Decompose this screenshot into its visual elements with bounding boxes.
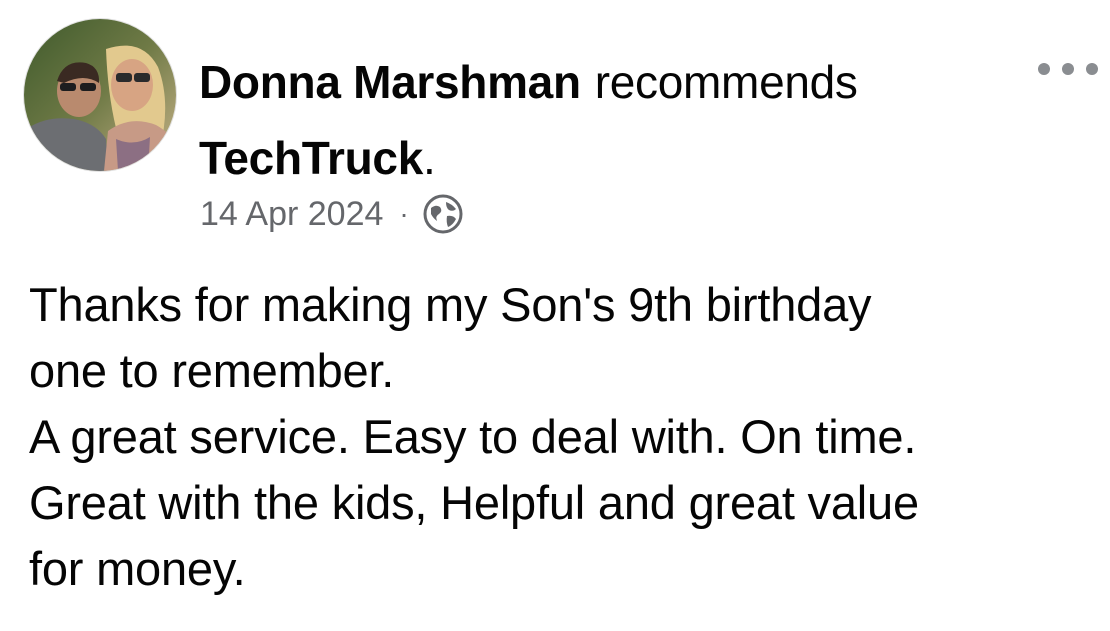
meta-separator: · bbox=[399, 198, 409, 229]
post-body-line: A great service. Easy to deal with. On t… bbox=[29, 410, 917, 463]
post-body: Thanks for making my Son's 9th birthday … bbox=[29, 272, 1104, 602]
avatar-photo bbox=[24, 19, 176, 171]
post-timestamp[interactable]: 14 Apr 2024 bbox=[200, 195, 383, 234]
post-body-line: Great with the kids, Helpful and great v… bbox=[29, 476, 919, 529]
page-name-suffix: . bbox=[422, 132, 436, 184]
action-text: recommends bbox=[594, 56, 858, 108]
post-meta: 14 Apr 2024 · bbox=[200, 194, 463, 234]
author-avatar[interactable] bbox=[24, 19, 176, 171]
more-options-icon[interactable] bbox=[1038, 58, 1100, 80]
recommendation-post: Donna Marshman recommends TechTruck. 14 A… bbox=[0, 0, 1110, 631]
author-name-link[interactable]: Donna Marshman bbox=[199, 56, 581, 108]
globe-icon[interactable] bbox=[423, 194, 463, 234]
post-body-line: for money. bbox=[29, 542, 246, 595]
page-name-link[interactable]: TechTruck bbox=[199, 132, 423, 184]
post-headline: Donna Marshman recommends TechTruck. bbox=[199, 44, 1019, 196]
post-body-line: Thanks for making my Son's 9th birthday bbox=[29, 278, 872, 331]
post-body-line: one to remember. bbox=[29, 344, 395, 397]
